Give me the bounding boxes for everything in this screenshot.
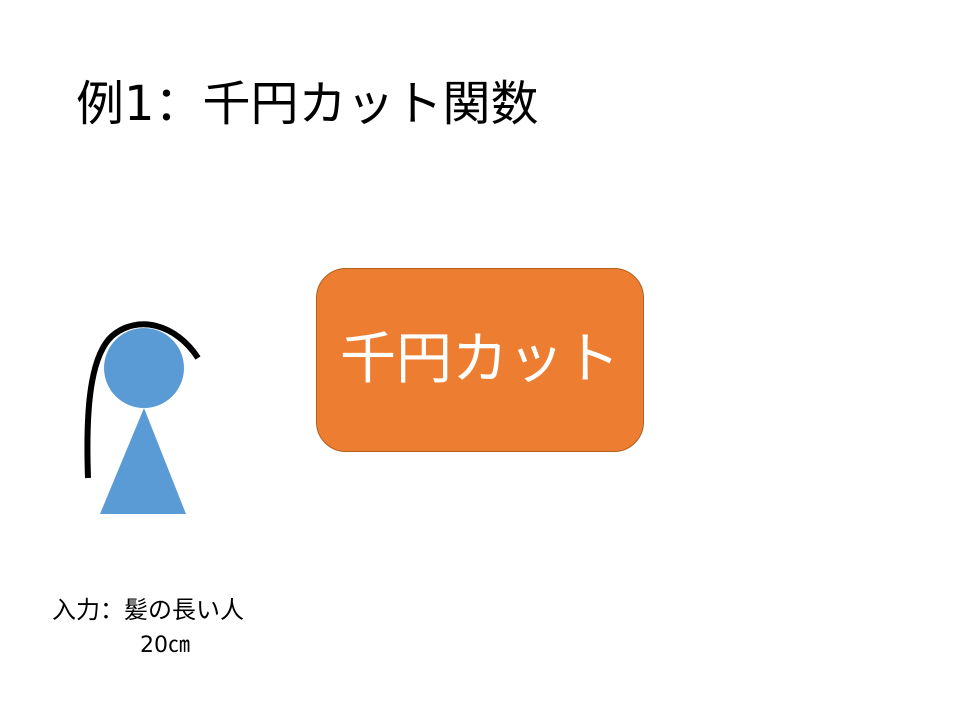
input-label: 入力：髪の長い人 <box>52 596 244 624</box>
slide-title: 例1：千円カット関数 <box>76 76 539 132</box>
person-figure <box>84 321 201 514</box>
function-box-label: 千円カット <box>340 327 620 392</box>
person-body <box>100 408 186 514</box>
function-box: 千円カット <box>316 268 644 452</box>
input-value: 20㎝ <box>140 633 190 658</box>
input-caption: 入力：髪の長い人 20㎝ <box>52 592 292 664</box>
person-head <box>104 328 184 408</box>
